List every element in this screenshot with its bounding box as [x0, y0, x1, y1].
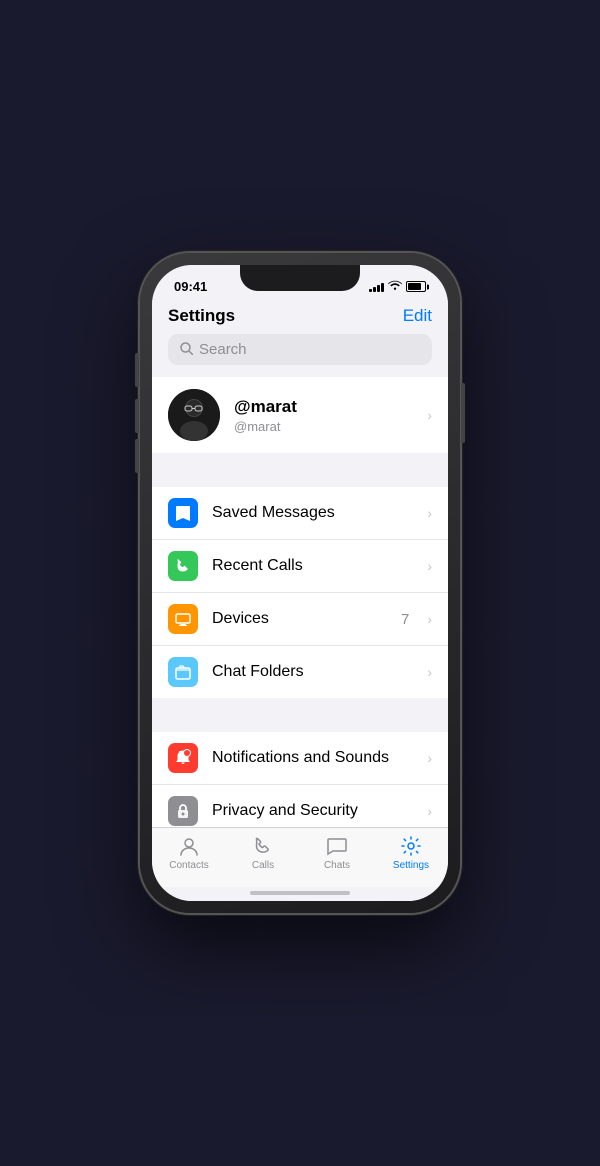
tab-bar: Contacts Calls Chats [152, 827, 448, 887]
search-icon [180, 342, 193, 358]
saved-messages-label: Saved Messages [212, 504, 413, 522]
privacy-icon [168, 796, 198, 826]
chats-tab-label: Chats [324, 860, 350, 871]
devices-icon [168, 604, 198, 634]
list-item-privacy[interactable]: Privacy and Security › [152, 785, 448, 827]
profile-name: @marat [234, 397, 413, 417]
list-group-1: Saved Messages › Recent Calls › [152, 487, 448, 698]
chat-folders-label: Chat Folders [212, 663, 413, 681]
list-item-notifications[interactable]: Notifications and Sounds › [152, 732, 448, 785]
tab-settings[interactable]: Settings [374, 834, 448, 871]
battery-icon [406, 281, 426, 292]
edit-button[interactable]: Edit [403, 306, 432, 326]
calls-tab-icon [251, 834, 275, 858]
phone-screen: 09:41 Sett [152, 265, 448, 901]
profile-row[interactable]: @marat @marat › [152, 377, 448, 453]
notifications-chevron: › [427, 750, 432, 766]
recent-calls-icon [168, 551, 198, 581]
signal-icon [369, 282, 384, 292]
home-indicator [152, 887, 448, 901]
status-time: 09:41 [174, 279, 207, 294]
section-gap-1 [152, 453, 448, 487]
saved-messages-icon [168, 498, 198, 528]
tab-chats[interactable]: Chats [300, 834, 374, 871]
search-placeholder-text: Search [199, 341, 247, 358]
chat-folders-chevron: › [427, 664, 432, 680]
list-item-chat-folders[interactable]: Chat Folders › [152, 646, 448, 698]
list-item-saved-messages[interactable]: Saved Messages › [152, 487, 448, 540]
tab-calls[interactable]: Calls [226, 834, 300, 871]
search-bar[interactable]: Search [168, 334, 432, 365]
recent-calls-chevron: › [427, 558, 432, 574]
tab-contacts[interactable]: Contacts [152, 834, 226, 871]
profile-chevron: › [427, 407, 432, 423]
devices-badge: 7 [401, 611, 409, 628]
status-icons [369, 280, 426, 293]
settings-tab-icon [399, 834, 423, 858]
contacts-tab-icon [177, 834, 201, 858]
profile-username: @marat [234, 419, 413, 434]
settings-tab-label: Settings [393, 860, 429, 871]
saved-messages-chevron: › [427, 505, 432, 521]
avatar [168, 389, 220, 441]
chats-tab-icon [325, 834, 349, 858]
recent-calls-label: Recent Calls [212, 557, 413, 575]
home-bar [250, 891, 350, 895]
notifications-icon [168, 743, 198, 773]
devices-label: Devices [212, 610, 387, 628]
profile-info: @marat @marat [234, 397, 413, 434]
list-item-devices[interactable]: Devices 7 › [152, 593, 448, 646]
calls-tab-label: Calls [252, 860, 274, 871]
section-gap-2 [152, 698, 448, 732]
devices-chevron: › [427, 611, 432, 627]
page-title: Settings [168, 306, 235, 326]
wifi-icon [388, 280, 402, 293]
privacy-label: Privacy and Security [212, 802, 413, 820]
content-area[interactable]: Settings Edit Search [152, 298, 448, 827]
privacy-chevron: › [427, 803, 432, 819]
settings-header: Settings Edit [152, 298, 448, 334]
phone-frame: 09:41 Sett [140, 253, 460, 913]
list-group-2: Notifications and Sounds › Privacy and S… [152, 732, 448, 827]
list-item-recent-calls[interactable]: Recent Calls › [152, 540, 448, 593]
notch [240, 265, 360, 291]
chat-folders-icon [168, 657, 198, 687]
notifications-label: Notifications and Sounds [212, 749, 413, 767]
contacts-tab-label: Contacts [169, 860, 208, 871]
